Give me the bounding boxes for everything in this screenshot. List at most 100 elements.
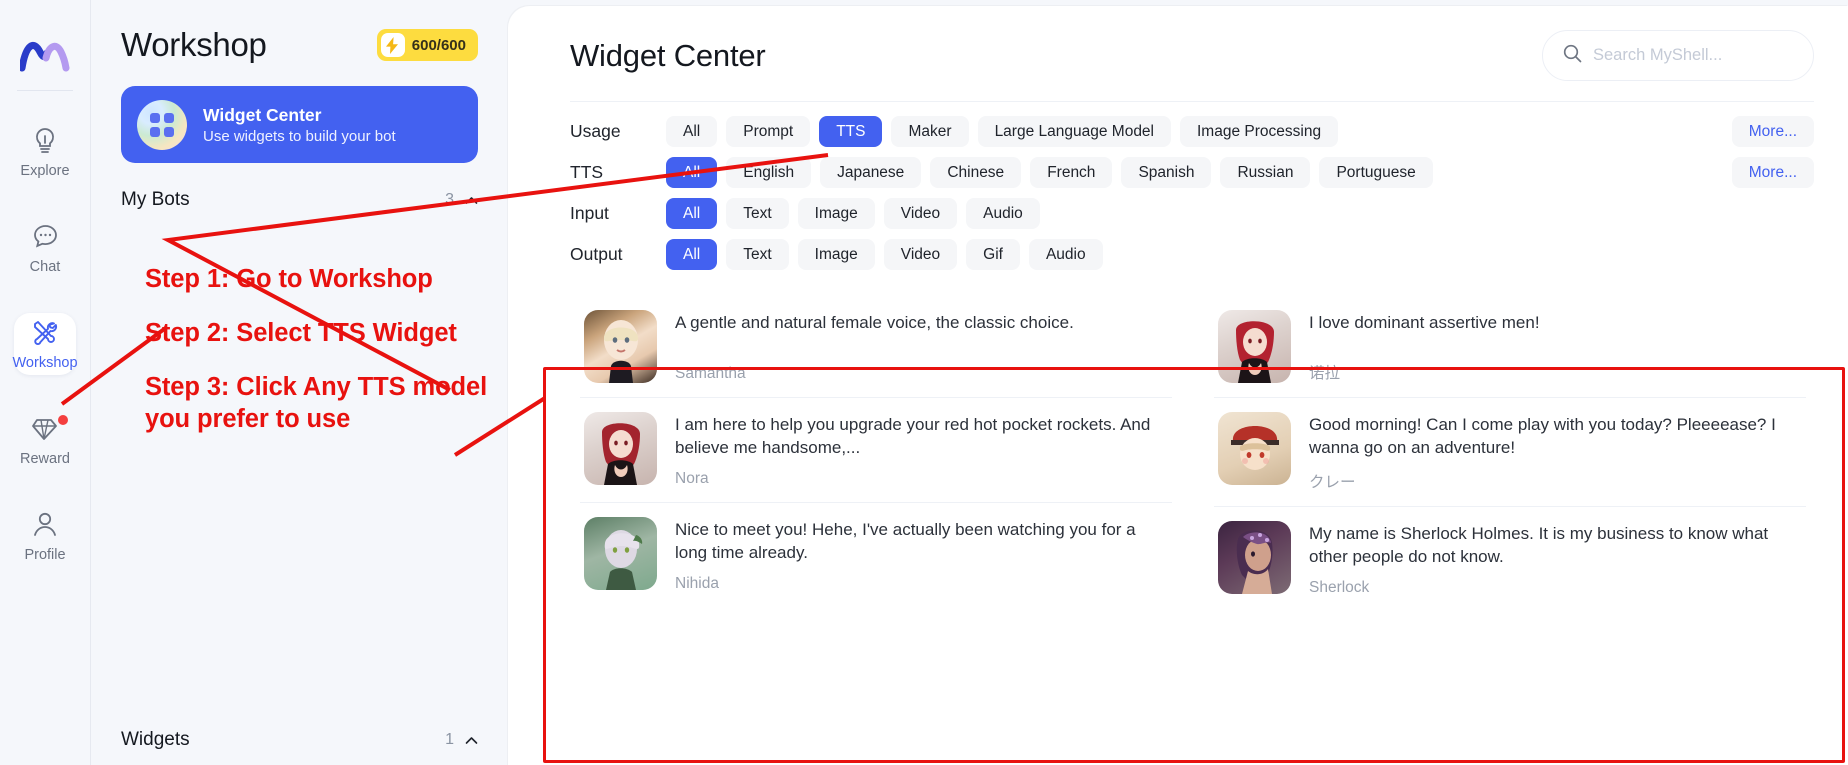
credits-badge[interactable]: 600/600 [376, 29, 478, 61]
avatar [584, 516, 657, 590]
filter-chips: All English Japanese Chinese French Span… [666, 157, 1433, 188]
filter-chip-text[interactable]: Text [726, 239, 789, 270]
sidebar-item-label: Chat [29, 258, 61, 275]
section-label: My Bots [121, 189, 190, 210]
widget-result-texts: My name is Sherlock Holmes. It is my bus… [1309, 521, 1802, 597]
user-icon [32, 510, 58, 540]
chat-bubble-icon [32, 222, 59, 252]
filter-chip-video[interactable]: Video [883, 198, 958, 229]
widget-name: クレー [1309, 473, 1356, 491]
widget-description: My name is Sherlock Holmes. It is my bus… [1309, 523, 1769, 567]
widget-name: Nihida [675, 574, 719, 592]
app-root: Explore Chat Workshop Reward Profile Wor… [0, 0, 1848, 765]
widget-name: Samantha [675, 365, 746, 382]
filter-label: Input [570, 203, 609, 223]
filter-chip-large-language-model[interactable]: Large Language Model [977, 116, 1171, 147]
search-input[interactable] [1593, 46, 1793, 65]
results-column-left: A gentle and natural female voice, the c… [580, 296, 1172, 611]
sidebar-item-profile[interactable]: Profile [14, 505, 76, 567]
section-widgets[interactable]: Widgets 1 [121, 729, 478, 751]
filter-chip-audio[interactable]: Audio [966, 198, 1040, 229]
widget-result-row[interactable]: Good morning! Can I come play with you t… [1214, 398, 1806, 507]
widget-name: Nora [675, 469, 709, 487]
filter-chip-video[interactable]: Video [883, 239, 958, 270]
chevron-up-icon[interactable] [465, 194, 478, 207]
filter-chips: All Text Image Video Gif Audio [666, 239, 1103, 270]
filter-row-tts: TTS All English Japanese Chinese French … [570, 157, 1814, 188]
widget-result-texts: Nice to meet you! Hehe, I've actually be… [675, 517, 1168, 593]
widget-center-card-texts: Widget Center Use widgets to build your … [203, 105, 396, 145]
sidebar-item-workshop[interactable]: Workshop [13, 313, 78, 375]
bolt-icon [380, 33, 405, 57]
main-header: Widget Center [570, 30, 1814, 81]
filter-chip-gif[interactable]: Gif [966, 239, 1020, 270]
widget-grid-icon [137, 99, 187, 150]
filter-chip-prompt[interactable]: Prompt [726, 116, 811, 147]
filter-chip-all[interactable]: All [666, 157, 718, 188]
widget-center-card[interactable]: Widget Center Use widgets to build your … [121, 86, 478, 163]
primary-nav-rail: Explore Chat Workshop Reward Profile [0, 0, 90, 765]
sidebar-item-reward[interactable]: Reward [14, 409, 76, 471]
widget-result-texts: I am here to help you upgrade your red h… [675, 412, 1168, 488]
diamond-icon [31, 414, 59, 444]
filter-chip-text[interactable]: Text [726, 198, 789, 229]
filter-chip-all[interactable]: All [666, 198, 718, 229]
filter-chip-tts[interactable]: TTS [819, 116, 883, 147]
widget-result-row[interactable]: My name is Sherlock Holmes. It is my bus… [1214, 507, 1806, 611]
sidebar-item-label: Reward [20, 450, 70, 467]
widget-name: 诺拉 [1309, 365, 1341, 382]
sidebar-item-label: Explore [20, 162, 70, 179]
sidebar-item-chat[interactable]: Chat [14, 217, 76, 279]
section-meta: 3 [445, 191, 478, 209]
filter-chip-french[interactable]: French [1030, 157, 1113, 188]
section-count: 3 [445, 191, 454, 208]
workshop-panel-header: Workshop 600/600 [121, 26, 478, 64]
lightbulb-icon [32, 126, 58, 156]
filter-chip-maker[interactable]: Maker [891, 116, 969, 147]
widget-result-row[interactable]: I am here to help you upgrade your red h… [580, 398, 1172, 503]
filter-chip-image-processing[interactable]: Image Processing [1180, 116, 1339, 147]
filter-more-tts[interactable]: More... [1731, 157, 1814, 188]
filter-chip-image[interactable]: Image [797, 239, 875, 270]
myshell-logo-icon [18, 34, 72, 76]
filter-more-usage[interactable]: More... [1731, 116, 1814, 147]
widget-description: A gentle and natural female voice, the c… [675, 313, 1074, 332]
section-count: 1 [445, 731, 454, 748]
filter-chips: All Text Image Video Audio [666, 198, 1040, 229]
widget-result-row[interactable]: I love dominant assertive men! 诺拉 [1214, 296, 1806, 398]
widget-center-main: Widget Center Usage All Prompt TTS Maker… [508, 6, 1848, 765]
search-box[interactable] [1542, 30, 1814, 81]
filter-chip-all[interactable]: All [666, 116, 718, 147]
filter-chip-image[interactable]: Image [797, 198, 875, 229]
credits-value: 600/600 [411, 36, 466, 54]
filter-chip-russian[interactable]: Russian [1220, 157, 1311, 188]
filter-chip-chinese[interactable]: Chinese [930, 157, 1022, 188]
widget-results-grid: A gentle and natural female voice, the c… [570, 286, 1814, 611]
filter-label: Usage [570, 121, 621, 141]
section-my-bots[interactable]: My Bots 3 [121, 189, 478, 211]
page-title: Workshop [121, 26, 267, 63]
notification-dot [58, 415, 68, 425]
filter-chip-spanish[interactable]: Spanish [1121, 157, 1212, 188]
avatar [1218, 412, 1291, 485]
filter-chip-audio[interactable]: Audio [1028, 239, 1103, 270]
sidebar-item-explore[interactable]: Explore [14, 121, 76, 183]
chevron-up-icon[interactable] [465, 734, 478, 747]
widget-description: Good morning! Can I come play with you t… [1309, 415, 1776, 458]
filter-chips: All Prompt TTS Maker Large Language Mode… [666, 116, 1339, 147]
filter-chip-english[interactable]: English [726, 157, 812, 188]
tools-icon [30, 318, 60, 348]
section-meta: 1 [445, 731, 478, 749]
widget-result-row[interactable]: Nice to meet you! Hehe, I've actually be… [580, 503, 1172, 607]
results-column-right: I love dominant assertive men! 诺拉 Good m… [1214, 296, 1806, 611]
grid-glyph [150, 112, 174, 137]
widget-center-card-subtitle: Use widgets to build your bot [203, 127, 396, 145]
widget-result-texts: Good morning! Can I come play with you t… [1309, 412, 1802, 492]
filter-chip-portuguese[interactable]: Portuguese [1319, 157, 1433, 188]
filter-chip-japanese[interactable]: Japanese [820, 157, 922, 188]
widget-description: I love dominant assertive men! [1309, 313, 1540, 332]
filter-chip-all[interactable]: All [666, 239, 718, 270]
section-label: Widgets [121, 729, 190, 750]
workshop-panel: Workshop 600/600 Widget Center Use widge… [90, 0, 508, 765]
widget-result-row[interactable]: A gentle and natural female voice, the c… [580, 296, 1172, 398]
